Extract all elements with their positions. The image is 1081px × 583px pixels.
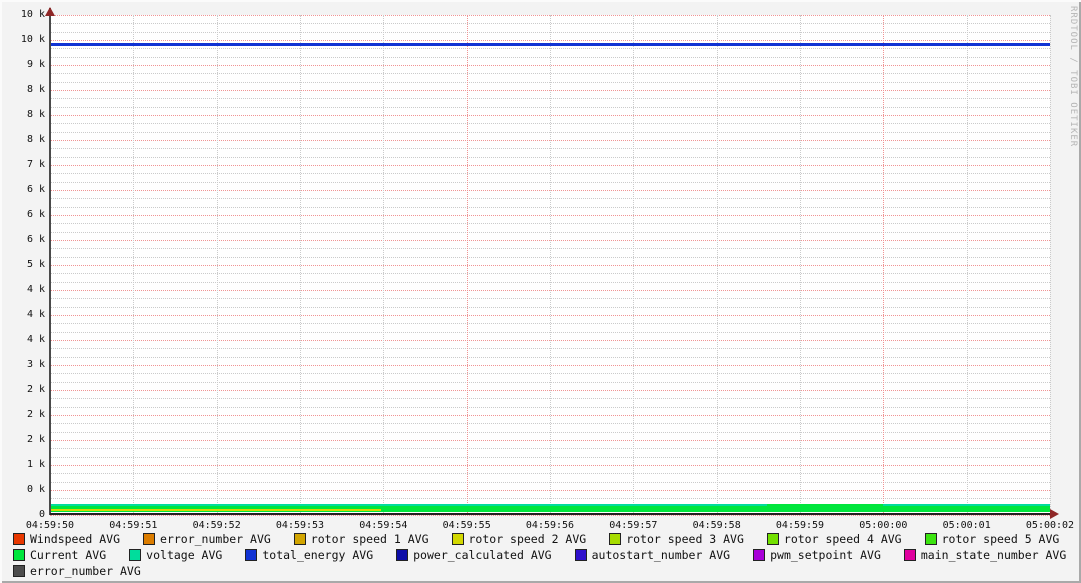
- v-gridline-minor: [1050, 15, 1051, 515]
- y-axis-tick-label: 8 k: [26, 134, 45, 145]
- legend-swatch-icon: [13, 549, 25, 561]
- legend-row: Windspeed AVG error_number AVG rotor speed…: [13, 531, 1073, 547]
- y-axis-tick-label: 10 k: [20, 9, 45, 20]
- legend-swatch-icon: [13, 565, 25, 577]
- legend-label: Windspeed AVG: [30, 532, 121, 546]
- legend-item: Windspeed AVG: [13, 532, 120, 546]
- legend-label: rotor speed 5 AVG: [941, 532, 1060, 546]
- legend-item: rotor speed 2 AVG: [451, 532, 587, 546]
- v-gridline-minor: [800, 15, 801, 515]
- legend-label: error_number AVG: [160, 532, 271, 546]
- h-gridline-major: [50, 515, 1050, 516]
- legend-swatch-icon: [609, 533, 622, 545]
- y-axis-tick-label: 6 k: [26, 184, 45, 195]
- v-gridline-minor: [133, 15, 135, 515]
- legend-label: rotor speed 1 AVG: [310, 532, 429, 546]
- legend-item: main_state_number AVG: [903, 548, 1067, 562]
- plot-area: [50, 15, 1051, 516]
- legend: Windspeed AVG error_number AVG rotor speed…: [13, 531, 1073, 579]
- legend-swatch-icon: [396, 549, 409, 561]
- legend-label: rotor speed 4 AVG: [783, 532, 902, 546]
- v-gridline-minor: [300, 15, 301, 515]
- legend-label: autostart_number AVG: [591, 548, 731, 562]
- y-axis-tick-label: 5 k: [26, 259, 45, 270]
- y-axis-tick-label: 2 k: [26, 434, 45, 445]
- legend-item: rotor speed 1 AVG: [293, 532, 429, 546]
- series-rotor-speed-2-line: [50, 509, 381, 511]
- legend-swatch-icon: [924, 533, 937, 545]
- y-axis-tick-label: 2 k: [26, 384, 45, 395]
- legend-swatch-icon: [13, 533, 25, 545]
- y-axis-tick-label: 10 k: [20, 34, 45, 45]
- y-axis-arrow-icon: [45, 7, 55, 16]
- y-axis-tick-label: 4 k: [26, 334, 45, 345]
- v-gridline-minor: [633, 15, 635, 515]
- legend-label: main_state_number AVG: [920, 548, 1067, 562]
- legend-label: Current AVG: [30, 548, 107, 562]
- legend-swatch-icon: [903, 549, 916, 561]
- watermark-text: RRDTOOL / TOBI OETIKER: [1068, 6, 1078, 148]
- legend-item: error_number AVG: [143, 532, 271, 546]
- legend-item: rotor speed 3 AVG: [609, 532, 744, 546]
- legend-swatch-icon: [143, 533, 156, 545]
- legend-item: pwm_setpoint AVG: [753, 548, 881, 562]
- series-current-band-high-segment: [767, 504, 883, 512]
- v-gridline-minor: [216, 15, 218, 515]
- legend-label: total_energy AVG: [262, 548, 374, 562]
- legend-row: Current AVG voltage AVG total_energy AVG po…: [13, 547, 1073, 563]
- legend-item: error_number AVG: [13, 564, 141, 578]
- v-gridline-major: [466, 15, 468, 515]
- legend-row: error_number AVG: [13, 563, 1073, 579]
- legend-item: Current AVG: [13, 548, 106, 562]
- y-axis-tick-label: 3 k: [26, 359, 45, 370]
- y-axis-tick-label: 8 k: [26, 84, 45, 95]
- legend-item: total_energy AVG: [245, 548, 373, 562]
- y-axis-tick-label: 6 k: [26, 234, 45, 245]
- legend-label: power_calculated AVG: [413, 548, 552, 562]
- legend-item: power_calculated AVG: [396, 548, 552, 562]
- legend-swatch-icon: [753, 549, 766, 561]
- legend-item: rotor speed 5 AVG: [924, 532, 1060, 546]
- y-axis-tick-label: 1 k: [26, 459, 45, 470]
- v-gridline-major: [883, 15, 885, 515]
- y-axis-tick-label: 2 k: [26, 409, 45, 420]
- legend-swatch-icon: [129, 549, 142, 561]
- v-gridline-minor: [383, 15, 385, 515]
- legend-label: pwm_setpoint AVG: [770, 548, 881, 562]
- legend-label: error_number AVG: [30, 564, 141, 578]
- y-axis-tick-label: 6 k: [26, 209, 45, 220]
- y-axis-tick-label: 9 k: [26, 59, 45, 70]
- legend-item: voltage AVG: [129, 548, 222, 562]
- v-gridline-minor: [716, 15, 718, 515]
- legend-label: rotor speed 3 AVG: [626, 532, 744, 546]
- legend-item: rotor speed 4 AVG: [766, 532, 902, 546]
- v-gridline-minor: [966, 15, 968, 515]
- legend-swatch-icon: [245, 549, 258, 561]
- series-total-energy-line: [50, 43, 1050, 46]
- x-axis-line: [50, 513, 1051, 515]
- y-axis-tick-label: 7 k: [26, 159, 45, 170]
- y-axis-tick-label: 8 k: [26, 109, 45, 120]
- legend-swatch-icon: [451, 533, 464, 545]
- legend-label: rotor speed 2 AVG: [468, 532, 587, 546]
- legend-label: voltage AVG: [146, 548, 223, 562]
- legend-swatch-icon: [293, 533, 306, 545]
- y-axis-tick-label: 0 k: [26, 484, 45, 495]
- v-gridline-minor: [550, 15, 551, 515]
- y-axis-tick-label: 4 k: [26, 309, 45, 320]
- legend-item: autostart_number AVG: [574, 548, 731, 562]
- x-axis-arrow-icon: [1050, 509, 1059, 519]
- rrdtool-graph: 10 k 10 k 9 k 8 k 8 k 8 k 7 k 6 k 6 k 6 k 5 k 4 k 4 …: [0, 0, 1081, 583]
- y-axis-tick-label: 4 k: [26, 284, 45, 295]
- legend-swatch-icon: [766, 533, 779, 545]
- legend-swatch-icon: [574, 549, 587, 561]
- y-axis-line: [49, 8, 51, 515]
